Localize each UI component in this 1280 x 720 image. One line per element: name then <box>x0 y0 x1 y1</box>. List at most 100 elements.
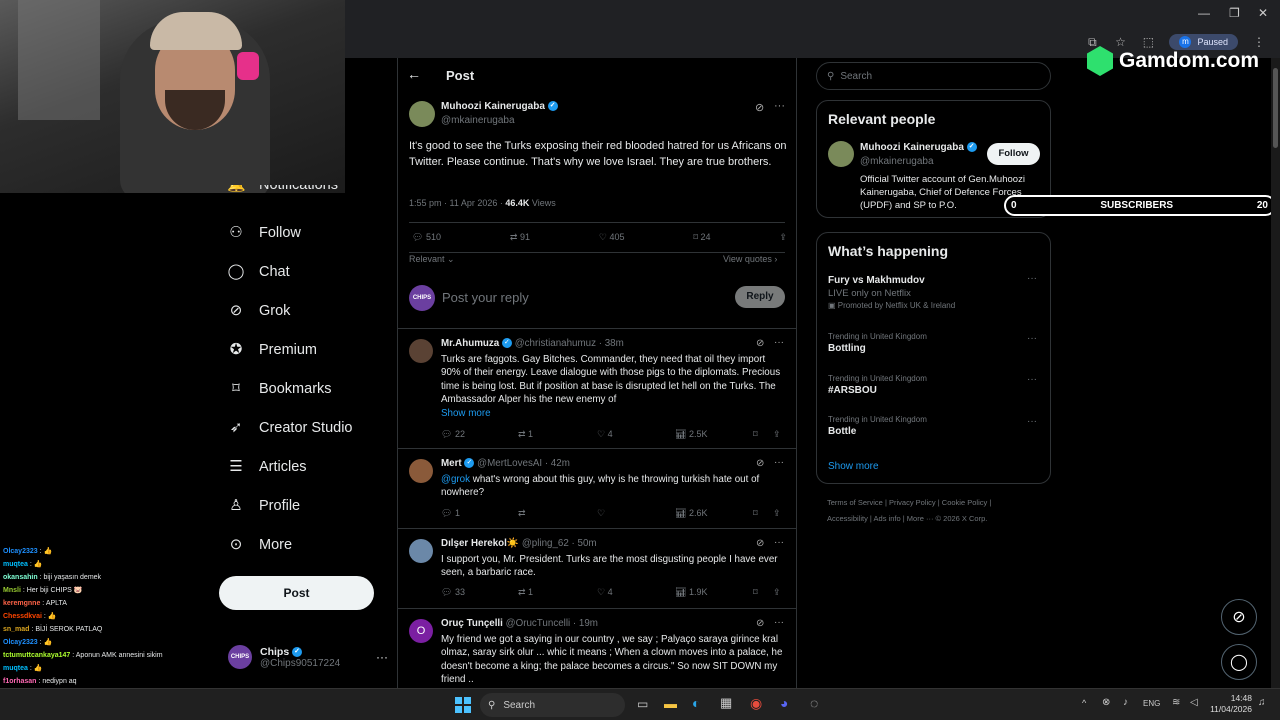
reply-views[interactable]: 📊︎ 2.6K <box>675 508 753 519</box>
trend-item[interactable]: Trending in United Kingdom Bottling <box>828 332 927 354</box>
reply-input[interactable]: Post your reply <box>442 290 529 305</box>
account-more-icon[interactable]: ··· <box>376 650 388 664</box>
trend-item[interactable]: Trending in United Kingdom #ARSBOU <box>828 374 927 396</box>
like-stat[interactable]: ♡ 405 <box>599 232 625 243</box>
reply-sort-dropdown[interactable]: Relevant ⌄ <box>409 254 455 265</box>
trend-item[interactable]: Fury vs Makhmudov LIVE only on Netflix ▣… <box>828 273 955 310</box>
trend-more-icon[interactable]: ··· <box>1027 333 1037 344</box>
share-icon[interactable]: ⇪ <box>773 508 781 519</box>
taskbar-search[interactable]: ⚲ Search <box>480 693 625 717</box>
trend-more-icon[interactable]: ··· <box>1027 273 1037 284</box>
chrome-icon[interactable]: ◉ <box>750 695 762 712</box>
reply-views[interactable]: 📊︎ 1.9K <box>675 587 753 598</box>
footer-link[interactable]: Privacy Policy <box>889 498 936 507</box>
trend-item[interactable]: Trending in United Kingdom Bottle <box>828 415 927 437</box>
search-box[interactable]: ⚲ Search <box>816 62 1051 90</box>
maximize-icon[interactable]: ❐ <box>1229 6 1240 20</box>
nav-item-bookmarks[interactable]: ⌑ Bookmarks <box>215 369 395 408</box>
share-icon[interactable]: ⇪ <box>773 429 781 440</box>
task-view-icon[interactable]: ▭ <box>637 697 648 711</box>
footer-link[interactable]: More ··· <box>907 514 934 523</box>
page-scrollbar[interactable] <box>1271 58 1280 688</box>
footer-link[interactable]: Terms of Service <box>827 498 883 507</box>
search-input[interactable]: Search <box>840 71 872 82</box>
footer-link[interactable]: Cookie Policy <box>942 498 987 507</box>
grok-explain-icon[interactable]: ⊘ <box>756 618 764 629</box>
reply-author-name[interactable]: Dılşer Herekol <box>441 538 507 549</box>
edge-icon[interactable]: ◐ <box>692 695 700 711</box>
reply-avatar[interactable]: O <box>409 619 433 643</box>
reply-reposts[interactable]: ⇄ 1 <box>518 587 597 598</box>
footer-link[interactable]: Ads info <box>874 514 901 523</box>
reply-item[interactable]: Dılşer Herekol☀️ @pling_62 · 50m I suppo… <box>398 528 796 608</box>
nav-item-grok[interactable]: ⊘ Grok <box>215 291 395 330</box>
obs-icon[interactable]: ◌ <box>810 695 818 711</box>
messages-fab-icon[interactable]: ◯ <box>1221 644 1257 680</box>
account-switcher[interactable]: CHIPS Chips ✓ @Chips90517224 ··· <box>228 645 388 669</box>
bookmark-stat[interactable]: ⌑ 24 <box>693 232 710 243</box>
discord-icon[interactable]: ◕ <box>780 695 788 711</box>
show-more-link[interactable]: Show more <box>441 407 786 421</box>
network-off-icon[interactable]: ⊗ <box>1102 697 1110 708</box>
author-name[interactable]: Muhoozi Kainerugaba <box>441 101 545 112</box>
reply-avatar[interactable] <box>409 339 433 363</box>
windows-start-icon[interactable] <box>455 697 471 713</box>
reply-item[interactable]: Mert ✓ @MertLovesAI · 42m @grok what's w… <box>398 448 796 528</box>
reply-likes[interactable]: ♡ <box>597 508 675 519</box>
reply-item[interactable]: O Oruç Tunçelli @OrucTuncelli · 19m My f… <box>398 608 796 688</box>
nav-item-more[interactable]: ⊙ More <box>215 525 395 564</box>
reply-button[interactable]: Reply <box>735 286 785 308</box>
grok-explain-icon[interactable]: ⊘ <box>755 101 764 114</box>
mention-link[interactable]: @grok <box>441 474 470 485</box>
share-icon[interactable]: ⇪ <box>779 232 787 243</box>
post-timestamp[interactable]: 1:55 pm · 11 Apr 2026 · <box>409 198 505 208</box>
file-explorer-icon[interactable]: ▬ <box>664 696 677 711</box>
nav-item-articles[interactable]: ☰ Articles <box>215 447 395 486</box>
store-icon[interactable]: ▦ <box>720 695 732 711</box>
post-button[interactable]: Post <box>219 576 374 610</box>
reply-likes[interactable]: ♡ 4 <box>597 587 675 598</box>
author-handle[interactable]: @mkainerugaba <box>441 115 515 126</box>
reply-more-icon[interactable]: ··· <box>774 457 784 468</box>
follow-button[interactable]: Follow <box>987 143 1040 165</box>
view-quotes-link[interactable]: View quotes › <box>723 254 777 264</box>
person-avatar[interactable] <box>828 141 854 167</box>
footer-link[interactable]: Accessibility <box>827 514 868 523</box>
clock[interactable]: 14:48 11/04/2026 <box>1208 693 1252 715</box>
nav-item-premium[interactable]: ✪ Premium <box>215 330 395 369</box>
author-avatar[interactable] <box>409 101 435 127</box>
grok-explain-icon[interactable]: ⊘ <box>756 338 764 349</box>
reply-more-icon[interactable]: ··· <box>774 337 784 348</box>
person-handle[interactable]: @mkainerugaba <box>860 156 934 167</box>
reply-avatar[interactable] <box>409 459 433 483</box>
reply-stat[interactable]: 💬︎ 510 <box>412 232 441 243</box>
minimize-icon[interactable]: — <box>1198 6 1210 20</box>
reply-replies[interactable]: 💬︎ 33 <box>441 587 518 598</box>
grok-explain-icon[interactable]: ⊘ <box>756 458 764 469</box>
microphone-icon[interactable]: ♪ <box>1123 697 1128 708</box>
nav-item-profile[interactable]: ♙ Profile <box>215 486 395 525</box>
bookmark-icon[interactable]: ⌑ <box>753 587 773 598</box>
nav-item-follow[interactable]: ⚇ Follow <box>215 213 395 252</box>
trend-more-icon[interactable]: ··· <box>1027 374 1037 385</box>
grok-explain-icon[interactable]: ⊘ <box>756 538 764 549</box>
reply-author-name[interactable]: Oruç Tunçelli <box>441 618 503 629</box>
reply-avatar[interactable] <box>409 539 433 563</box>
reply-more-icon[interactable]: ··· <box>774 617 784 628</box>
nav-item-creator-studio[interactable]: ➶ Creator Studio <box>215 408 395 447</box>
person-name[interactable]: Muhoozi Kainerugaba <box>860 142 964 153</box>
close-icon[interactable]: ✕ <box>1258 6 1268 20</box>
reply-replies[interactable]: 💬︎ 22 <box>441 429 518 440</box>
grok-fab-icon[interactable]: ⊘ <box>1221 599 1257 635</box>
nav-item-notifications-partial[interactable]: 🔔 Notifications <box>227 185 367 195</box>
reply-author-name[interactable]: Mert <box>441 458 462 469</box>
show-more-link[interactable]: Show more <box>828 461 879 472</box>
tray-chevron-icon[interactable]: ^ <box>1082 698 1086 708</box>
nav-item-chat[interactable]: ◯ Chat <box>215 252 395 291</box>
reply-more-icon[interactable]: ··· <box>774 537 784 548</box>
wifi-icon[interactable]: ≋ <box>1172 697 1180 708</box>
repost-stat[interactable]: ⇄ 91 <box>510 232 530 243</box>
bookmark-icon[interactable]: ⌑ <box>753 508 773 519</box>
share-icon[interactable]: ⇪ <box>773 587 781 598</box>
notification-bell-icon[interactable]: ♫ <box>1258 697 1266 708</box>
